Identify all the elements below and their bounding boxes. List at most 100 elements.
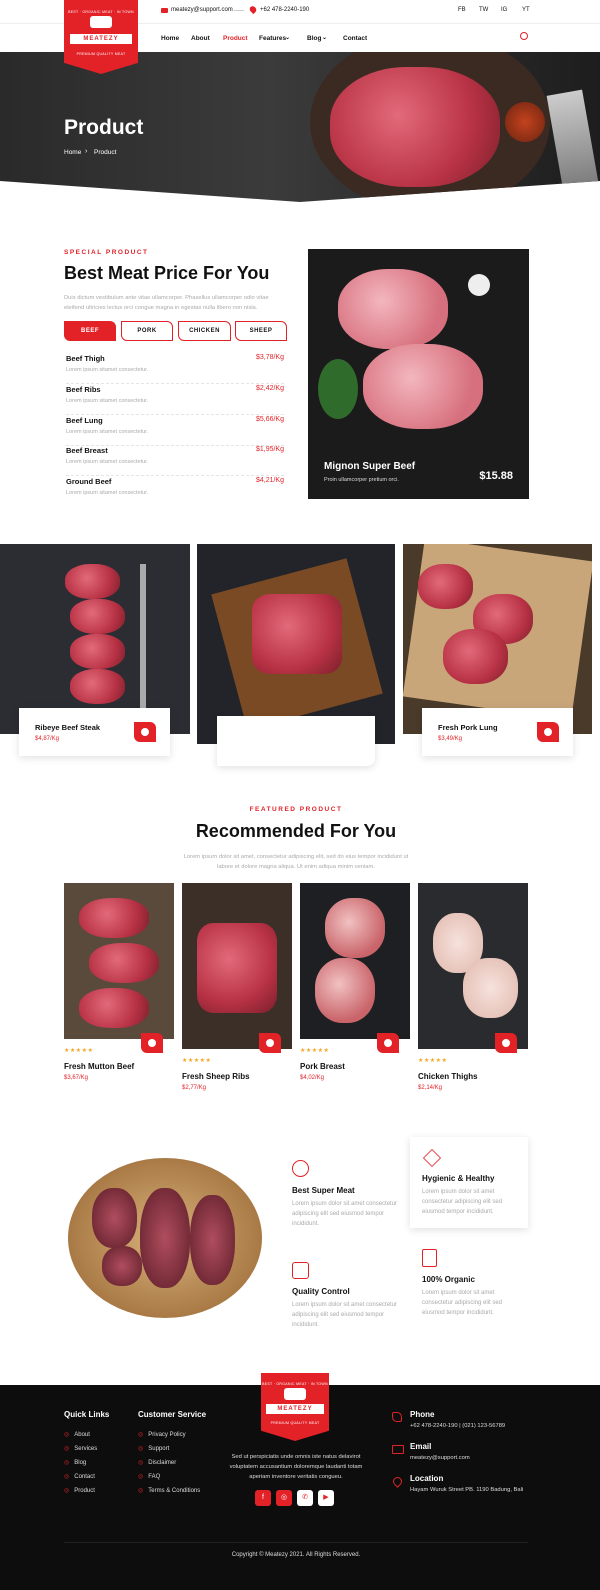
chevron-down-icon: ⌄ xyxy=(285,35,291,41)
arrow-right-button[interactable] xyxy=(259,1033,281,1053)
product-name[interactable]: Pork Breast xyxy=(300,1062,345,1071)
item-desc: Lorem ipsum sitamet consectetur. xyxy=(66,398,149,404)
arrow-right-button[interactable] xyxy=(339,731,361,751)
search-icon[interactable] xyxy=(520,32,528,40)
featured-product-card[interactable]: Mignon Super Beef Proin ullamcorper pret… xyxy=(308,249,529,499)
footer-link[interactable]: About xyxy=(64,1431,97,1438)
item-desc: Lorem ipsum sitamet consectetur. xyxy=(66,490,149,496)
tab-pork[interactable]: PORK xyxy=(121,321,173,341)
product-image[interactable] xyxy=(300,883,410,1039)
social-ig[interactable]: IG xyxy=(501,7,507,13)
instagram-icon[interactable]: ◎ xyxy=(276,1490,292,1506)
footer-link[interactable]: Product xyxy=(64,1487,97,1494)
site-logo[interactable]: BEST · ORGANIC MEAT · IN TOWN MEATEZY PR… xyxy=(64,0,138,74)
facebook-icon[interactable]: f xyxy=(255,1490,271,1506)
list-item[interactable]: Ground Beef $4,21/Kg Lorem ipsum sitamet… xyxy=(66,477,284,507)
product-image[interactable] xyxy=(418,883,528,1049)
tab-sheep[interactable]: SHEEP xyxy=(235,321,287,341)
arrow-right-button[interactable] xyxy=(495,1033,517,1053)
item-price: $5,66/Kg xyxy=(255,416,284,423)
pork-breast-image xyxy=(325,898,385,958)
chevron-right-icon: › xyxy=(85,148,88,155)
feature-text: Lorem ipsum dolor sit amet consectetur a… xyxy=(292,1201,398,1227)
social-tw[interactable]: TW xyxy=(479,7,488,13)
breadcrumb-home[interactable]: Home xyxy=(64,149,81,156)
location-title: Location xyxy=(410,1474,444,1483)
product-name[interactable]: Fresh Mutton Beef xyxy=(64,1062,134,1071)
footer-link[interactable]: Services xyxy=(64,1445,97,1452)
list-item[interactable]: Beef Breast $1,95/Kg Lorem ipsum sitamet… xyxy=(66,446,284,476)
youtube-icon[interactable]: ▶ xyxy=(318,1490,334,1506)
gallery-image-ribeye xyxy=(0,544,190,734)
product-name[interactable]: Chicken Thighs xyxy=(418,1072,478,1081)
footer-link[interactable]: Privacy Policy xyxy=(138,1431,200,1438)
product-name[interactable]: Fresh Sheep Ribs xyxy=(182,1072,250,1081)
phone-value[interactable]: +62 478-2240-190 | (021) 123-56789 xyxy=(410,1423,505,1429)
nav-about[interactable]: About xyxy=(191,35,210,42)
feature-item: 100% Organic Lorem ipsum dolor sit amet … xyxy=(422,1249,518,1318)
footer-link[interactable]: FAQ xyxy=(138,1473,200,1480)
nav-home[interactable]: Home xyxy=(161,35,179,42)
featured-price: $15.88 xyxy=(479,470,513,482)
page-hero: Product Home › Product xyxy=(0,52,600,202)
steak-image xyxy=(70,599,125,634)
nav-blog[interactable]: Blog xyxy=(307,35,321,42)
item-price: $4,21/Kg xyxy=(255,477,284,484)
item-desc: Lorem ipsum sitamet consectetur. xyxy=(66,367,149,373)
whatsapp-icon[interactable]: ✆ xyxy=(297,1490,313,1506)
email-value[interactable]: meatezy@support.com xyxy=(410,1455,470,1461)
steak-image xyxy=(89,943,159,983)
feature-title: Best Super Meat xyxy=(292,1186,355,1195)
arrow-right-button[interactable] xyxy=(537,722,559,742)
list-item[interactable]: Beef Thigh $3,78/Kg Lorem ipsum sitamet … xyxy=(66,354,284,384)
pork-image xyxy=(418,564,473,609)
list-item[interactable]: Beef Lung $5,66/Kg Lorem ipsum sitamet c… xyxy=(66,416,284,446)
tab-beef[interactable]: BEEF xyxy=(64,321,116,341)
arrow-right-button[interactable] xyxy=(141,1033,163,1053)
product-price: $2,14/Kg xyxy=(418,1085,443,1091)
feature-title: Hygienic & Healthy xyxy=(422,1174,495,1183)
arrow-right-button[interactable] xyxy=(377,1033,399,1053)
gallery-card[interactable]: Ribeye Beef Steak $4,87/Kg xyxy=(19,708,170,756)
steak-image xyxy=(92,1188,137,1248)
footer-link[interactable]: Contact xyxy=(64,1473,97,1480)
product-image[interactable] xyxy=(64,883,174,1039)
footer-link[interactable]: Blog xyxy=(64,1459,97,1466)
cow-icon xyxy=(284,1388,306,1400)
item-desc: Lorem ipsum sitamet consectetur. xyxy=(66,459,149,465)
feature-text: Lorem ipsum dolor sit amet consectetur a… xyxy=(422,1290,503,1316)
feature-text: Lorem ipsum dolor sit amet consectetur a… xyxy=(292,1302,398,1328)
product-image[interactable] xyxy=(182,883,292,1049)
nav-contact[interactable]: Contact xyxy=(343,35,367,42)
topbar-phone[interactable]: +62 478-2240-190 xyxy=(260,7,309,13)
social-fb[interactable]: FB xyxy=(458,7,466,13)
footer-link[interactable]: Support xyxy=(138,1445,200,1452)
recommended-text: Lorem ipsum dolor sit amet, consectetur … xyxy=(183,854,409,870)
list-item[interactable]: Beef Ribs $2,42/Kg Lorem ipsum sitamet c… xyxy=(66,385,284,415)
gallery-card[interactable]: Fresh Pork Lung $3,49/Kg xyxy=(422,708,573,756)
nav-features[interactable]: Features xyxy=(259,35,286,42)
topbar-email[interactable]: meatezy@support.com xyxy=(171,7,233,13)
email-title: Email xyxy=(410,1442,432,1451)
rating-stars: ★★★★★ xyxy=(418,1058,448,1064)
item-price: $1,95/Kg xyxy=(255,446,284,453)
pork-chop-image xyxy=(338,269,448,349)
rating-stars: ★★★★★ xyxy=(182,1058,212,1064)
logo-tagline-top: BEST · ORGANIC MEAT · IN TOWN xyxy=(68,10,134,14)
footer-link[interactable]: Disclaimer xyxy=(138,1459,200,1466)
site-footer: Quick Links About Services Blog Contact … xyxy=(0,1373,600,1590)
pork-image xyxy=(443,629,508,684)
gallery-card[interactable]: Fresh Mutton Curry $6,31/Kg xyxy=(217,716,375,766)
arrow-right-button[interactable] xyxy=(134,722,156,742)
phone-title: Phone xyxy=(410,1410,435,1419)
footer-link[interactable]: Terms & Conditions xyxy=(138,1487,200,1494)
divider xyxy=(234,10,244,11)
nav-product[interactable]: Product xyxy=(223,35,248,42)
fork-image xyxy=(140,564,146,714)
chevron-down-icon: ⌄ xyxy=(322,35,328,41)
logo-tagline-bottom: PREMIUM QUALITY MEAT xyxy=(76,52,126,56)
social-yt[interactable]: YT xyxy=(522,7,530,13)
tab-chicken[interactable]: CHICKEN xyxy=(178,321,231,341)
footer-logo[interactable]: BEST · ORGANIC MEAT · IN TOWN MEATEZY PR… xyxy=(261,1373,329,1441)
item-price: $2,42/Kg xyxy=(255,385,284,392)
